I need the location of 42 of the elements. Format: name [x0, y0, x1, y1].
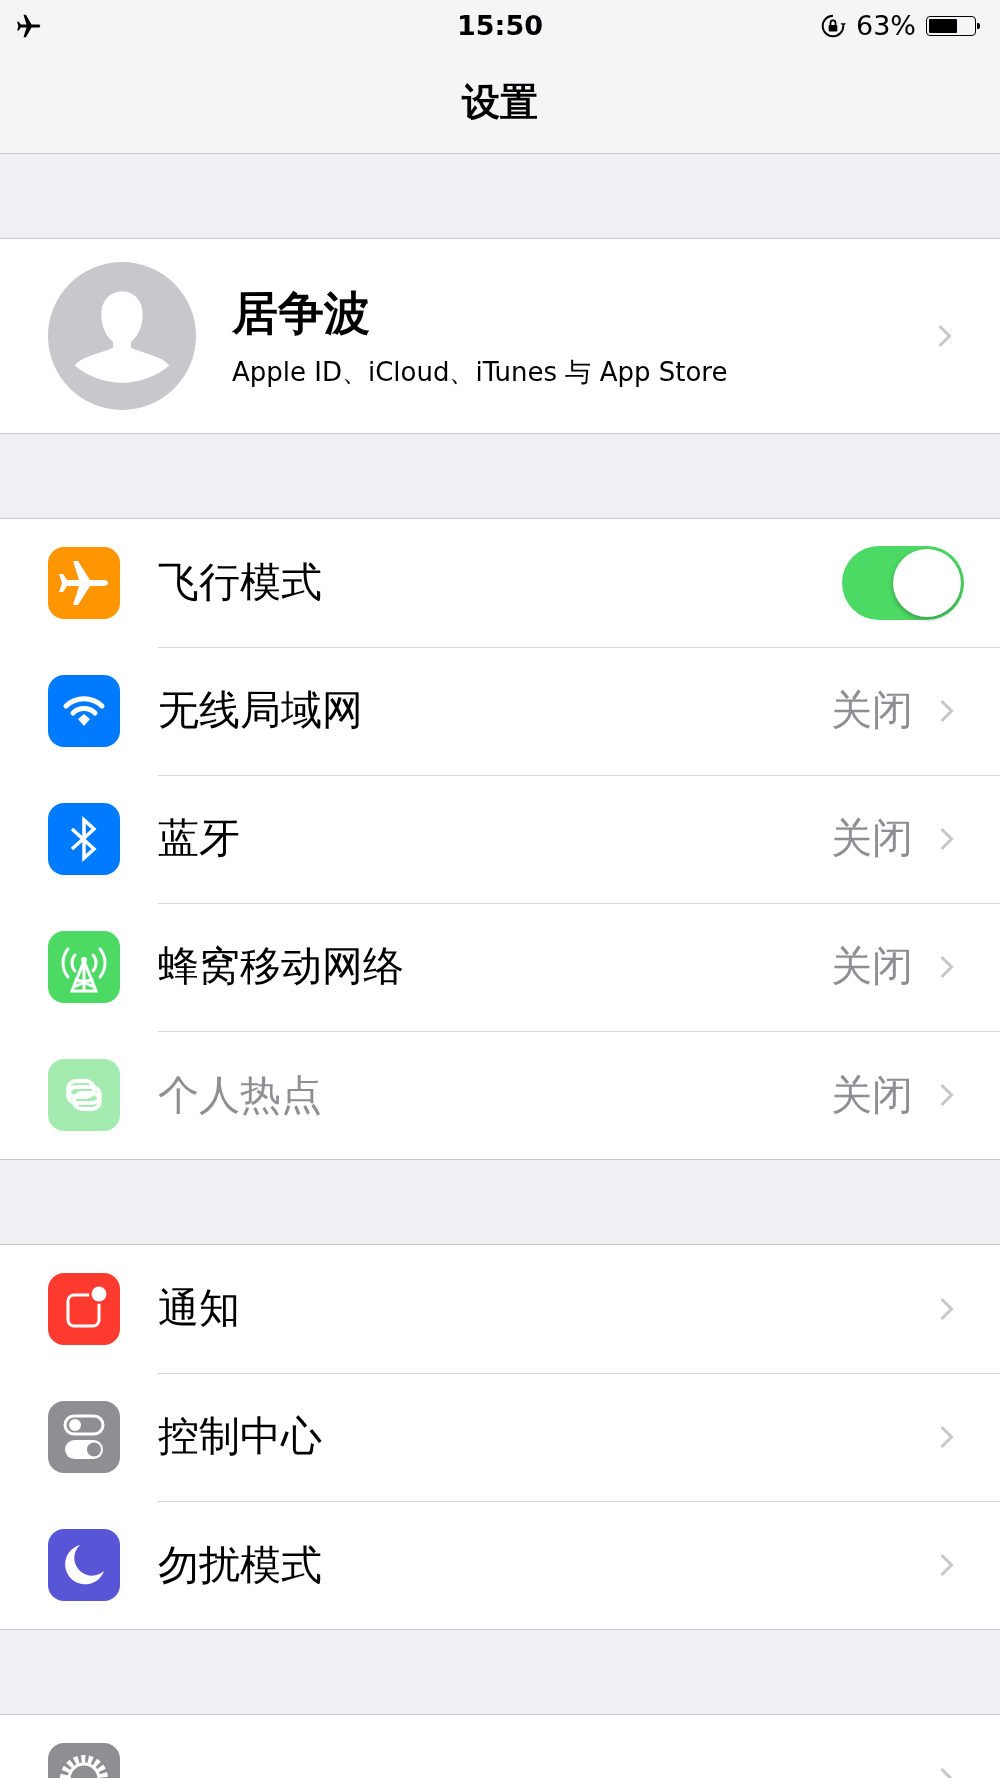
settings-row[interactable]: 通知: [0, 1245, 1000, 1373]
chevron-icon: [939, 697, 954, 724]
switches-icon: [48, 1401, 120, 1473]
row-value: 关闭: [831, 1069, 913, 1121]
row-label: 飞行模式: [158, 557, 323, 608]
bluetooth-icon: [48, 803, 120, 875]
row-label: 个人热点: [158, 1069, 323, 1121]
status-time: 15:50: [457, 10, 543, 41]
row-label: 勿扰模式: [158, 1539, 323, 1591]
moon-icon: [48, 1529, 120, 1601]
row-label: 控制中心: [158, 1411, 323, 1462]
notification-icon: [48, 1273, 120, 1345]
chevron-icon: [939, 1082, 954, 1108]
settings-row[interactable]: 蜂窝移动网络 关闭: [0, 903, 1000, 1031]
settings-row[interactable]: 飞行模式: [0, 519, 1000, 647]
profile-subtitle: Apple ID、iCloud、iTunes 与 App Store: [232, 355, 729, 389]
profile-row[interactable]: 居争波 Apple ID、iCloud、iTunes 与 App Store: [0, 238, 1000, 434]
chevron-icon: [939, 1423, 954, 1450]
row-label: 蓝牙: [158, 813, 241, 864]
row-label: 通知: [158, 1283, 241, 1334]
chevron-icon: [937, 323, 952, 349]
row-label: 无线局域网: [158, 685, 364, 736]
wifi-icon: [48, 675, 120, 747]
nav-title: 设置: [462, 78, 538, 126]
battery-icon: [926, 15, 980, 36]
profile-name: 居争波: [232, 284, 371, 342]
chevron-icon: [939, 825, 954, 852]
settings-row[interactable]: 无线局域网 关闭: [0, 647, 1000, 775]
settings-row[interactable]: 控制中心: [0, 1373, 1000, 1501]
chevron-icon: [939, 953, 954, 980]
row-value: 关闭: [831, 941, 913, 992]
chevron-icon: [939, 1552, 954, 1578]
row-value: 关闭: [831, 813, 913, 864]
row-label: 蜂窝移动网络: [158, 941, 405, 992]
battery-percent: 63%: [855, 10, 916, 41]
settings-row[interactable]: 蓝牙 关闭: [0, 775, 1000, 903]
row-value: 关闭: [831, 685, 913, 736]
airplane-icon: [48, 547, 120, 619]
settings-row[interactable]: 勿扰模式: [0, 1501, 1000, 1629]
antenna-icon: [48, 931, 120, 1003]
chain-icon: [48, 1059, 120, 1131]
chevron-icon: [939, 1295, 954, 1322]
